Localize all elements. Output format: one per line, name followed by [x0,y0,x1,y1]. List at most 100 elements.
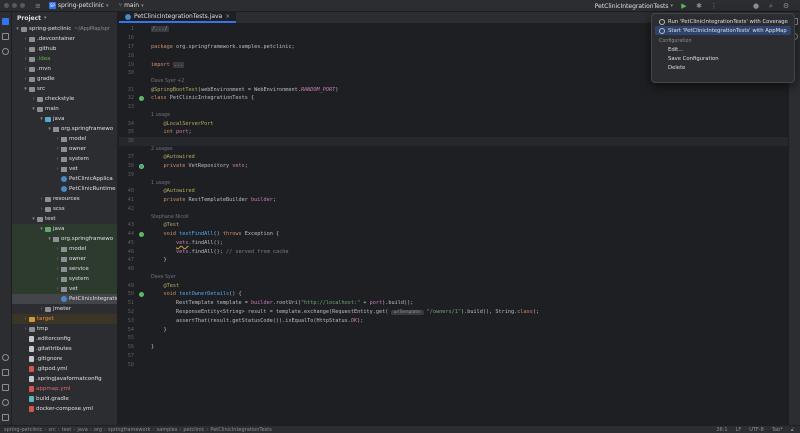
tree-item[interactable]: PetClinicIntegratio [12,294,117,304]
chevron-right-icon[interactable]: › [54,286,61,292]
code-line[interactable]: 40 @Autowired [119,187,800,196]
tree-item[interactable]: ▾ org.springframewo [12,234,117,244]
tree-item[interactable]: .gitpod.yml [12,364,117,374]
cursor-position[interactable]: 36:1 [716,427,727,433]
chevron-right-icon[interactable]: › [38,196,45,202]
chevron-down-icon[interactable]: ▾ [38,116,45,122]
tree-item[interactable]: › jmeter [12,304,117,314]
tree-item[interactable]: .springjavaformatconfig [12,374,117,384]
run-gutter-icon[interactable] [138,95,144,101]
code-area[interactable]: 1 /.../ 16 17 package org.springframework.sa… [119,25,800,425]
tree-item[interactable]: › .devcontainer [12,34,117,44]
code-line[interactable]: 42 [119,205,800,214]
code-line[interactable]: 35 int port; [119,128,800,137]
chevron-right-icon[interactable]: › [54,146,61,152]
chevron-down-icon[interactable]: ▾ [38,226,45,232]
code-line[interactable]: 33 [119,103,800,112]
breadcrumb-item[interactable]: spring-petclinic [4,427,42,433]
chevron-down-icon[interactable]: ▾ [30,106,37,112]
code-line[interactable]: 52 ResponseEntity<String> result = templ… [119,308,800,317]
code-line[interactable]: 53 assertThat(result.getStatusCode()).is… [119,316,800,325]
editor-tab[interactable]: PetClinicIntegrationTests.java × [119,12,237,23]
tree-item[interactable]: › model [12,244,117,254]
code-line[interactable]: 50 void testOwnerDetails() { [119,290,800,299]
tree-item[interactable]: › owner [12,254,117,264]
tree-item[interactable]: › .idea [12,54,117,64]
chevron-right-icon[interactable]: › [22,66,29,72]
chevron-right-icon[interactable]: › [38,206,45,212]
tree-item[interactable]: .gitattributes [12,344,117,354]
code-line[interactable]: 37 @Autowired [119,153,800,162]
chevron-down-icon[interactable]: ▾ [30,216,37,222]
chevron-right-icon[interactable]: › [30,96,37,102]
tree-item[interactable]: ▾ src [12,84,117,94]
code-line[interactable]: 43 @Test [119,221,800,230]
chevron-right-icon[interactable]: › [54,166,61,172]
chevron-down-icon[interactable]: ▾ [46,126,53,132]
tree-item[interactable]: ▾ main [12,104,117,114]
code-line[interactable]: 55 [119,334,800,343]
terminal-tool-icon[interactable] [2,384,9,391]
chevron-right-icon[interactable]: › [54,266,61,272]
chevron-right-icon[interactable]: › [22,326,29,332]
tree-item[interactable]: › target [12,314,117,324]
code-line[interactable]: 51 RestTemplate template = builder.rootU… [119,299,800,308]
tree-item[interactable]: › resources [12,194,117,204]
structure-tool-icon[interactable] [2,48,9,55]
problems-tool-icon[interactable] [2,399,9,406]
user-icon[interactable]: ● [752,2,760,10]
chevron-down-icon[interactable]: ▾ [22,86,29,92]
debug-icon[interactable]: ✱ [695,2,703,10]
services-tool-icon[interactable] [2,354,9,361]
chevron-right-icon[interactable]: › [54,256,61,262]
code-vision-hint[interactable]: Dave Syer [151,274,176,282]
code-line[interactable]: 39 [119,171,800,180]
chevron-right-icon[interactable]: › [22,316,29,322]
code-line[interactable]: 47 } [119,256,800,265]
code-vision-hint[interactable]: 1 usage [151,112,170,120]
project-switcher[interactable]: SP spring-petclinic ▾ [48,2,108,9]
code-line[interactable]: 41 private RestTemplateBuilder builder; [119,196,800,205]
code-vision-hint[interactable]: 2 usages [151,146,173,154]
code-line[interactable]: 34 @LocalServerPort [119,119,800,128]
tree-item[interactable]: › system [12,154,117,164]
tree-item[interactable]: .gitignore [12,354,117,364]
edit-configuration-item[interactable]: Edit... [655,45,791,54]
code-line[interactable]: 54 } [119,325,800,334]
search-icon[interactable]: ⌕ [767,2,775,10]
code-line[interactable]: 48 [119,265,800,274]
code-vision-hint[interactable]: Stephane Nicoll [151,213,189,221]
tree-item[interactable]: › .github [12,44,117,54]
chevron-down-icon[interactable]: ▾ [14,26,21,32]
breadcrumb-item[interactable]: PetClinicIntegrationTests [210,427,271,433]
code-line[interactable]: 36 [119,136,800,146]
tree-item[interactable]: › service [12,264,117,274]
branch-switcher[interactable]: ⑂ main ▾ [118,2,143,9]
tree-item[interactable]: › gradle [12,74,117,84]
tree-item[interactable]: .editorconfig [12,334,117,344]
tree-item[interactable]: › vet [12,164,117,174]
git-tool-icon[interactable] [2,414,9,421]
chevron-right-icon[interactable]: › [54,246,61,252]
chevron-right-icon[interactable]: › [54,136,61,142]
tree-item[interactable]: build.gradle [12,394,117,404]
code-line[interactable]: 49 @Test [119,281,800,290]
delete-configuration-item[interactable]: Delete [655,63,791,72]
breadcrumb-item[interactable]: springframework [108,427,151,433]
appmap-tool-icon[interactable] [2,369,9,376]
tree-item[interactable]: › tmp [12,324,117,334]
run-gutter-icon[interactable] [138,291,144,297]
tree-item[interactable]: › scss [12,204,117,214]
file-encoding[interactable]: UTF-8 [749,427,764,433]
project-panel-header[interactable]: Project ▾ [12,12,117,24]
code-line[interactable]: 44 void testFindAll() throws Exception { [119,230,800,239]
code-line[interactable]: 57 [119,352,800,361]
chevron-down-icon[interactable]: ▾ [46,236,53,242]
code-line[interactable]: 38 private VetRepository vets; [119,162,800,171]
breadcrumb-item[interactable]: java [77,427,87,433]
chevron-right-icon[interactable]: › [54,276,61,282]
breadcrumb-item[interactable]: test [62,427,72,433]
start-with-appmap-item[interactable]: Start 'PetClinicIntegrationTests' with A… [655,26,791,35]
code-vision-hint[interactable]: Dave Syer +2 [151,78,184,86]
tree-item[interactable]: › system [12,274,117,284]
